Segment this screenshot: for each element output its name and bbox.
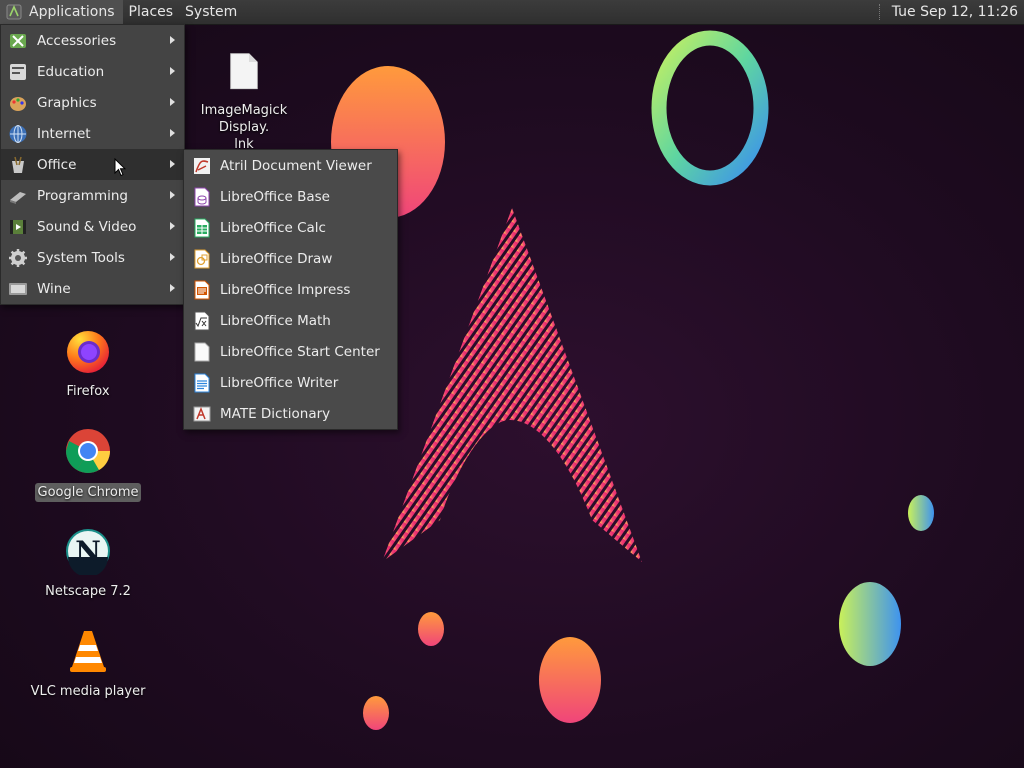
system-menu-button[interactable]: System [179,0,243,24]
submenu-arrow-icon [170,129,175,137]
menu-item-graphics[interactable]: Graphics [1,87,184,118]
libreoffice-impress-icon [194,280,210,299]
desktop-icon-label: Firefox [66,384,110,399]
office-submenu: Atril Document Viewer LibreOffice Base L… [183,149,398,430]
menu-item-label: LibreOffice Impress [220,281,351,298]
submenu-item-libreoffice-base[interactable]: LibreOffice Base [184,181,397,212]
graphics-icon [10,96,26,111]
submenu-item-libreoffice-draw[interactable]: LibreOffice Draw [184,243,397,274]
system-tools-icon [9,248,27,267]
chrome-icon [66,429,110,473]
panel-separator [878,4,882,20]
menu-item-label: Graphics [37,94,97,111]
gradient-ring [651,30,769,186]
menu-item-label: LibreOffice Base [220,188,330,205]
menu-item-label: Office [37,156,77,173]
submenu-arrow-icon [170,98,175,106]
submenu-arrow-icon [170,253,175,261]
firefox-icon [67,331,109,373]
applications-menu: Accessories Education Graphics Internet … [0,24,185,305]
menu-item-wine[interactable]: Wine [1,273,184,304]
submenu-item-libreoffice-impress[interactable]: LibreOffice Impress [184,274,397,305]
menu-item-education[interactable]: Education [1,56,184,87]
wine-icon [9,282,27,295]
desktop-icon-vlc[interactable]: VLC media player [28,627,148,700]
menu-item-label: Internet [37,125,91,142]
desktop-icon-label: VLC media player [30,684,146,699]
menu-item-label: LibreOffice Calc [220,219,326,236]
menu-item-sound-video[interactable]: Sound & Video [1,211,184,242]
dictionary-icon [193,406,211,421]
submenu-arrow-icon [170,191,175,199]
submenu-item-libreoffice-writer[interactable]: LibreOffice Writer [184,367,397,398]
menu-item-system-tools[interactable]: System Tools [1,242,184,273]
menu-item-label: Wine [37,280,71,297]
desktop-icon-label: ImageMagick Display. lnk [200,103,288,152]
menu-item-label: MATE Dictionary [220,405,331,422]
clock-text: Tue Sep 12, 11:26 [891,4,1018,20]
menu-item-label: Accessories [37,32,117,49]
desktop-icon-netscape[interactable]: N Netscape 7.2 [28,527,148,600]
clock-applet[interactable]: Tue Sep 12, 11:26 [878,0,1024,24]
distro-logo-icon [6,4,22,20]
libreoffice-writer-icon [194,373,210,392]
applications-menu-label: Applications [29,4,115,20]
atril-icon [194,157,210,174]
submenu-item-atril[interactable]: Atril Document Viewer [184,150,397,181]
desktop-icon-chrome[interactable]: Google Chrome [28,427,148,502]
libreoffice-start-icon [194,342,210,361]
submenu-arrow-icon [170,67,175,75]
desktop-icon-label: Google Chrome [34,483,142,502]
libreoffice-calc-icon [194,218,210,237]
desktop-icon-label: Netscape 7.2 [45,584,131,599]
menu-item-internet[interactable]: Internet [1,118,184,149]
menu-item-label: LibreOffice Draw [220,250,333,267]
menu-item-programming[interactable]: Programming [1,180,184,211]
menu-item-label: LibreOffice Start Center [220,343,380,360]
sound-video-icon [10,219,26,234]
menu-item-label: LibreOffice Math [220,312,331,329]
desktop-icon-firefox[interactable]: Firefox [28,327,148,400]
programming-icon [10,191,26,204]
submenu-item-libreoffice-start-center[interactable]: LibreOffice Start Center [184,336,397,367]
internet-icon [9,124,27,143]
office-icon [12,156,24,173]
netscape-icon: N [66,529,110,577]
menu-item-label: Sound & Video [37,218,137,235]
submenu-arrow-icon [170,222,175,230]
menu-item-label: LibreOffice Writer [220,374,339,391]
submenu-item-libreoffice-calc[interactable]: LibreOffice Calc [184,212,397,243]
submenu-arrow-icon [170,284,175,292]
places-menu-button[interactable]: Places [123,0,180,24]
desktop-icon-imagemagick[interactable]: ImageMagick Display. lnk [184,50,304,153]
submenu-arrow-icon [170,160,175,168]
education-icon [10,63,26,80]
svg-text:N: N [75,535,101,568]
menu-item-accessories[interactable]: Accessories [1,25,184,56]
submenu-item-libreoffice-math[interactable]: LibreOffice Math [184,305,397,336]
top-panel: Applications Places System Tue Sep 12, 1… [0,0,1024,25]
libreoffice-draw-icon [194,249,210,268]
menu-item-label: System Tools [37,249,125,266]
menu-item-office[interactable]: Office [1,149,184,180]
libreoffice-base-icon [194,187,210,206]
menu-item-label: Atril Document Viewer [220,157,372,174]
submenu-arrow-icon [170,36,175,44]
submenu-item-mate-dictionary[interactable]: MATE Dictionary [184,398,397,429]
menu-item-label: Education [37,63,105,80]
applications-menu-button[interactable]: Applications [0,0,123,24]
menu-item-label: Programming [37,187,128,204]
file-icon [230,53,258,90]
libreoffice-math-icon [194,311,210,330]
mouse-cursor-icon [114,158,126,177]
vlc-icon [70,631,106,672]
accessories-icon [10,33,26,48]
